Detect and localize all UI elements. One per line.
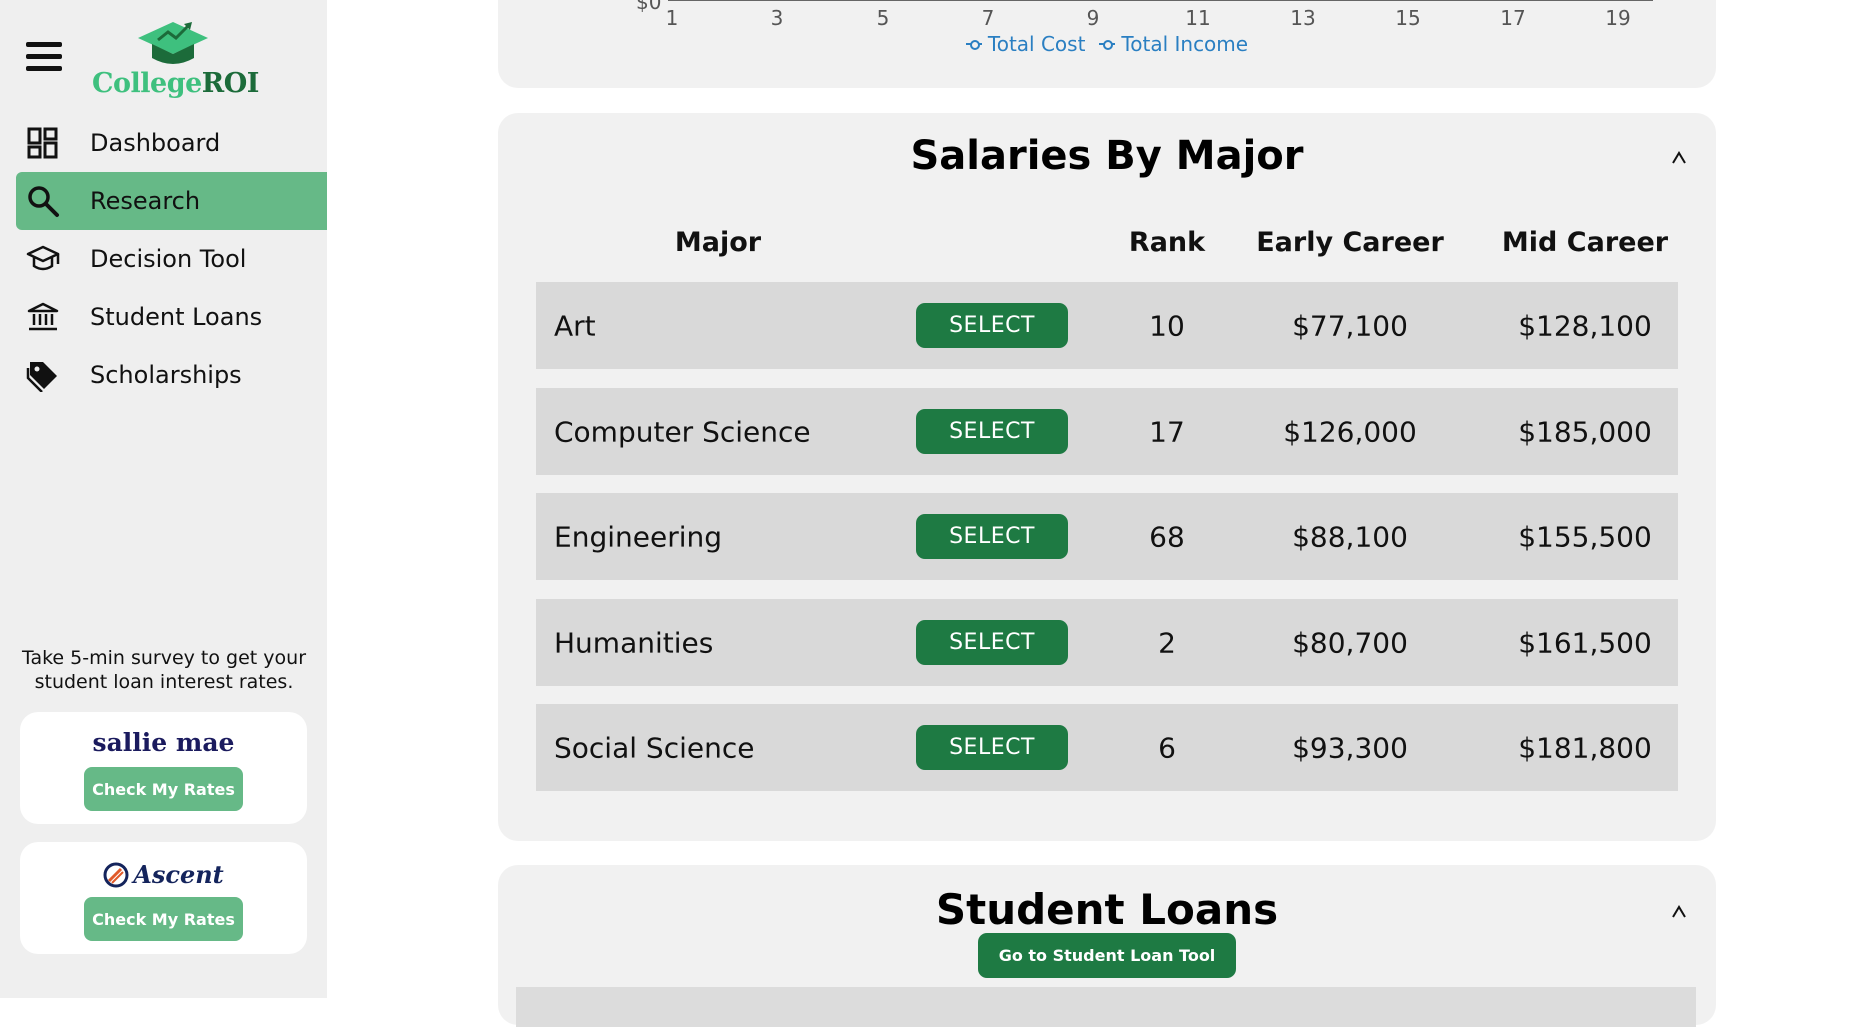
- legend-item-total-income[interactable]: Total Income: [1099, 32, 1248, 56]
- graduation-cap-icon: [26, 245, 60, 271]
- table-row: Computer Science SELECT 17 $126,000 $185…: [536, 388, 1678, 475]
- search-icon: [28, 186, 59, 217]
- sidebar-item-decision-tool[interactable]: Decision Tool: [16, 230, 327, 288]
- mid-career-salary: $185,000: [1518, 415, 1652, 448]
- legend-item-total-cost[interactable]: Total Cost: [965, 32, 1085, 56]
- early-career-salary: $80,700: [1292, 626, 1408, 659]
- ascent-emblem-icon: [103, 862, 129, 887]
- column-header-major: Major: [674, 227, 762, 258]
- x-tick-label: 1: [665, 6, 679, 30]
- loans-content-strip: [516, 987, 1696, 1027]
- x-tick-label: 13: [1290, 6, 1316, 30]
- rank-value: 17: [1149, 415, 1185, 448]
- select-button[interactable]: SELECT: [916, 514, 1068, 559]
- select-button[interactable]: SELECT: [916, 303, 1068, 348]
- x-tick-label: 17: [1500, 6, 1526, 30]
- y-axis-zero-label: $0: [636, 0, 662, 14]
- early-career-salary: $93,300: [1292, 731, 1408, 764]
- column-header-rank: Rank: [1128, 227, 1206, 258]
- major-name: Computer Science: [554, 415, 811, 448]
- select-button[interactable]: SELECT: [916, 725, 1068, 770]
- select-button[interactable]: SELECT: [916, 620, 1068, 665]
- chart-legend: Total Cost Total Income: [498, 32, 1716, 56]
- mid-career-salary: $161,500: [1518, 626, 1652, 659]
- menu-icon[interactable]: [26, 42, 62, 74]
- sidebar-item-scholarships[interactable]: Scholarships: [16, 346, 327, 404]
- table-row: Art SELECT 10 $77,100 $128,100: [536, 282, 1678, 369]
- sidebar-item-label: Decision Tool: [90, 245, 247, 273]
- mid-career-salary: $128,100: [1518, 309, 1652, 342]
- cost-income-chart-card: $0 1 3 5 7 9 11 13 15 17 19 Total Cost T…: [498, 0, 1716, 88]
- major-name: Art: [554, 309, 596, 342]
- sidebar-item-label: Research: [90, 187, 201, 215]
- mid-career-salary: $155,500: [1518, 520, 1652, 553]
- early-career-salary: $126,000: [1283, 415, 1417, 448]
- major-name: Social Science: [554, 731, 755, 764]
- student-loan-tool-button[interactable]: Go to Student Loan Tool: [978, 933, 1236, 978]
- check-rates-button-sallie-mae[interactable]: Check My Rates: [84, 767, 243, 811]
- column-header-early-career: Early Career: [1256, 227, 1444, 258]
- legend-line-marker-icon: [1099, 39, 1116, 50]
- table-row: Social Science SELECT 6 $93,300 $181,800: [536, 704, 1678, 791]
- collapse-icon[interactable]: [1668, 147, 1690, 169]
- sallie-mae-logo: sallie mae: [92, 728, 235, 757]
- rank-value: 6: [1158, 731, 1176, 764]
- x-tick-label: 3: [770, 6, 784, 30]
- dashboard-icon: [27, 127, 58, 159]
- x-tick-label: 19: [1605, 6, 1631, 30]
- survey-text: Take 5-min survey to get your student lo…: [21, 647, 307, 693]
- sidebar-item-research[interactable]: Research: [16, 172, 327, 230]
- table-row: Engineering SELECT 68 $88,100 $155,500: [536, 493, 1678, 580]
- major-name: Engineering: [554, 520, 722, 553]
- select-button[interactable]: SELECT: [916, 409, 1068, 454]
- section-title: Salaries By Major: [910, 133, 1304, 179]
- early-career-salary: $77,100: [1292, 309, 1408, 342]
- app-name: CollegeROI: [92, 68, 259, 99]
- graduation-cap-logo-icon: [138, 22, 208, 64]
- mid-career-salary: $181,800: [1518, 731, 1652, 764]
- sidebar-item-student-loans[interactable]: Student Loans: [16, 288, 327, 346]
- sidebar-item-dashboard[interactable]: Dashboard: [16, 114, 327, 172]
- section-title: Student Loans: [935, 885, 1279, 934]
- student-loans-card: Student Loans Go to Student Loan Tool: [498, 865, 1716, 1027]
- ascent-logo: Ascent: [20, 860, 307, 889]
- major-name: Humanities: [554, 626, 714, 659]
- rank-value: 10: [1149, 309, 1185, 342]
- tag-icon: [26, 362, 57, 392]
- x-tick-label: 5: [876, 6, 890, 30]
- rank-value: 68: [1149, 520, 1185, 553]
- x-axis-line: [668, 0, 1653, 1]
- x-tick-label: 9: [1086, 6, 1100, 30]
- sidebar-item-label: Student Loans: [90, 303, 263, 331]
- table-row: Humanities SELECT 2 $80,700 $161,500: [536, 599, 1678, 686]
- x-tick-label: 15: [1395, 6, 1421, 30]
- rank-value: 2: [1158, 626, 1176, 659]
- sidebar-item-label: Dashboard: [90, 129, 221, 157]
- legend-line-marker-icon: [965, 39, 982, 50]
- sidebar-item-label: Scholarships: [90, 361, 242, 389]
- x-tick-label: 7: [981, 6, 995, 30]
- sidebar: CollegeROI Dashboard Research Decision T…: [0, 0, 327, 998]
- promo-card-sallie-mae: sallie mae Check My Rates: [20, 712, 307, 824]
- sidebar-nav: Dashboard Research Decision Tool Student…: [16, 114, 327, 404]
- bank-icon: [27, 302, 59, 331]
- app-logo[interactable]: CollegeROI: [92, 18, 259, 104]
- promo-card-ascent: Ascent Check My Rates: [20, 842, 307, 954]
- early-career-salary: $88,100: [1292, 520, 1408, 553]
- column-header-mid-career: Mid Career: [1501, 227, 1669, 258]
- check-rates-button-ascent[interactable]: Check My Rates: [84, 897, 243, 941]
- salaries-by-major-card: Salaries By Major Major Rank Early Caree…: [498, 113, 1716, 841]
- collapse-icon[interactable]: [1668, 901, 1690, 923]
- x-tick-label: 11: [1185, 6, 1211, 30]
